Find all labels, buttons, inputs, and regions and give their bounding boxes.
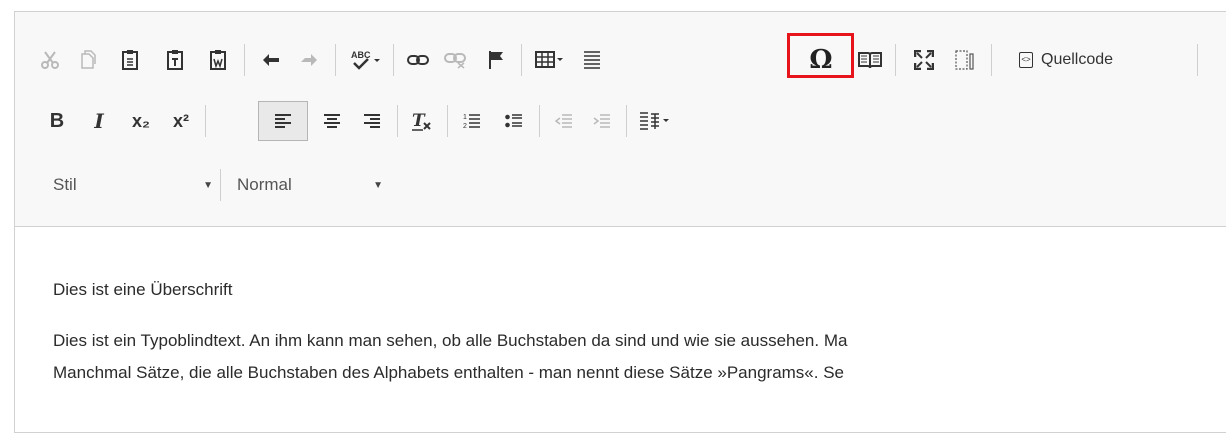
book-icon[interactable] bbox=[853, 40, 887, 80]
toolbar-separator bbox=[1197, 44, 1198, 76]
bold-icon: B bbox=[49, 110, 65, 132]
source-button[interactable]: <> Quellcode bbox=[1019, 40, 1113, 80]
italic-button[interactable]: I bbox=[82, 101, 116, 141]
italic-icon: I bbox=[94, 109, 104, 133]
chevron-down-icon: ▼ bbox=[203, 179, 213, 191]
link-icon[interactable] bbox=[401, 40, 435, 80]
toolbar-separator bbox=[220, 169, 221, 201]
maximize-icon[interactable] bbox=[907, 40, 941, 80]
superscript-icon: x² bbox=[172, 111, 189, 131]
subscript-icon: x₂ bbox=[131, 111, 150, 131]
format-dropdown-label: Normal bbox=[237, 175, 292, 194]
copy-icon[interactable] bbox=[71, 40, 105, 80]
format-dropdown[interactable]: Normal ▼ bbox=[237, 165, 383, 205]
align-right-icon[interactable] bbox=[355, 101, 389, 141]
increase-indent-icon[interactable] bbox=[585, 101, 619, 141]
toolbar-separator bbox=[895, 44, 896, 76]
svg-text:1: 1 bbox=[463, 114, 467, 121]
unlink-icon[interactable] bbox=[438, 40, 472, 80]
rich-text-editor: ABC Ω <> Quellcode B I x₂ x² T 1 2 Stil … bbox=[14, 11, 1226, 433]
toolbar-separator bbox=[521, 44, 522, 76]
remove-format-icon[interactable]: T bbox=[405, 101, 439, 141]
toolbar-row-3: Stil ▼ Normal ▼ bbox=[15, 165, 1226, 205]
superscript-button[interactable]: x² bbox=[164, 101, 198, 141]
bulleted-list-icon[interactable] bbox=[497, 101, 531, 141]
toolbar-separator bbox=[205, 105, 206, 137]
toolbar-separator bbox=[626, 105, 627, 137]
spellcheck-icon[interactable]: ABC bbox=[345, 40, 387, 80]
toolbar-separator bbox=[335, 44, 336, 76]
numbered-list-icon[interactable]: 12 bbox=[455, 101, 489, 141]
toolbar-separator bbox=[397, 105, 398, 137]
toolbar-row-2: B I x₂ x² T 1 2 bbox=[15, 101, 1226, 141]
svg-text:ABC: ABC bbox=[351, 50, 371, 60]
show-blocks-icon[interactable] bbox=[948, 40, 982, 80]
bold-button[interactable]: B bbox=[40, 101, 74, 141]
paste-icon[interactable] bbox=[113, 40, 147, 80]
content-heading[interactable]: Dies ist eine Überschrift bbox=[53, 280, 233, 300]
content-paragraph-line-2[interactable]: Manchmal Sätze, die alle Buchstaben des … bbox=[53, 363, 844, 383]
style-dropdown[interactable]: Stil ▼ bbox=[53, 165, 213, 205]
align-left-icon[interactable] bbox=[266, 101, 300, 141]
toolbar-separator bbox=[991, 44, 992, 76]
editor-content-area[interactable]: Dies ist eine Überschrift Dies ist ein T… bbox=[15, 227, 1226, 432]
toolbar-separator bbox=[244, 44, 245, 76]
cut-icon[interactable] bbox=[33, 40, 67, 80]
paragraph-format-icon[interactable] bbox=[634, 101, 676, 141]
redo-icon[interactable] bbox=[292, 40, 326, 80]
horizontal-line-icon[interactable] bbox=[575, 40, 609, 80]
paste-text-icon[interactable] bbox=[158, 40, 192, 80]
align-center-icon[interactable] bbox=[315, 101, 349, 141]
toolbar-separator bbox=[447, 105, 448, 137]
table-icon[interactable] bbox=[529, 40, 571, 80]
undo-icon[interactable] bbox=[254, 40, 288, 80]
svg-text:2: 2 bbox=[463, 123, 467, 130]
content-paragraph-line-1[interactable]: Dies ist ein Typoblindtext. An ihm kann … bbox=[53, 331, 847, 351]
chevron-down-icon: ▼ bbox=[373, 179, 383, 191]
style-dropdown-label: Stil bbox=[53, 175, 77, 194]
source-code-icon: <> bbox=[1019, 52, 1033, 68]
toolbar-separator bbox=[539, 105, 540, 137]
toolbar-separator bbox=[393, 44, 394, 76]
subscript-button[interactable]: x₂ bbox=[124, 101, 158, 141]
source-button-label: Quellcode bbox=[1041, 51, 1114, 68]
decrease-indent-icon[interactable] bbox=[547, 101, 581, 141]
editor-toolbar: ABC Ω <> Quellcode B I x₂ x² T 1 2 Stil … bbox=[15, 12, 1226, 227]
toolbar-row-1: ABC Ω <> Quellcode bbox=[15, 40, 1226, 80]
anchor-flag-icon[interactable] bbox=[479, 40, 513, 80]
omega-highlight-box bbox=[787, 33, 854, 78]
paste-word-icon[interactable] bbox=[201, 40, 235, 80]
